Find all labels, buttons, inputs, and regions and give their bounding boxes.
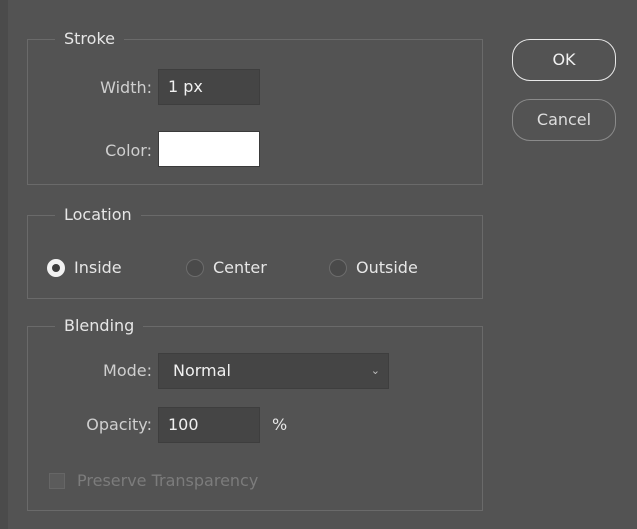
preserve-transparency-label: Preserve Transparency (77, 471, 259, 490)
location-legend: Location (55, 205, 141, 225)
radio-outside-indicator (329, 259, 347, 277)
blending-group: Blending Mode: Normal ⌄ Opacity: 100 % P… (27, 316, 483, 511)
opacity-field[interactable]: 100 (158, 407, 260, 443)
preserve-transparency-row[interactable]: Preserve Transparency (49, 471, 258, 490)
mode-label: Mode: (103, 361, 152, 380)
width-label: Width: (100, 78, 152, 97)
cancel-button[interactable]: Cancel (512, 99, 616, 141)
blending-legend: Blending (55, 316, 144, 336)
opacity-unit: % (272, 415, 288, 434)
mode-select[interactable]: Normal ⌄ (158, 353, 389, 389)
radio-outside-label: Outside (356, 258, 418, 277)
stroke-group: Stroke Width: 1 px Color: (27, 29, 483, 185)
width-field[interactable]: 1 px (158, 69, 260, 105)
radio-inside[interactable]: Inside (47, 258, 122, 278)
opacity-label: Opacity: (86, 415, 152, 434)
radio-center-label: Center (213, 258, 267, 277)
preserve-transparency-checkbox[interactable] (49, 472, 65, 489)
ok-button[interactable]: OK (512, 39, 616, 81)
color-label: Color: (105, 141, 152, 160)
chevron-down-icon: ⌄ (370, 364, 380, 377)
radio-outside[interactable]: Outside (329, 258, 418, 278)
stroke-legend: Stroke (55, 29, 124, 49)
location-group: Location Inside Center Outside (27, 205, 483, 299)
radio-center[interactable]: Center (186, 258, 267, 278)
radio-inside-label: Inside (74, 258, 122, 277)
stroke-dialog: Stroke Width: 1 px Color: Location Insid… (0, 0, 637, 529)
radio-center-indicator (186, 259, 204, 277)
mode-select-value: Normal (173, 361, 231, 380)
color-swatch[interactable] (158, 131, 260, 167)
radio-inside-indicator (47, 259, 65, 277)
